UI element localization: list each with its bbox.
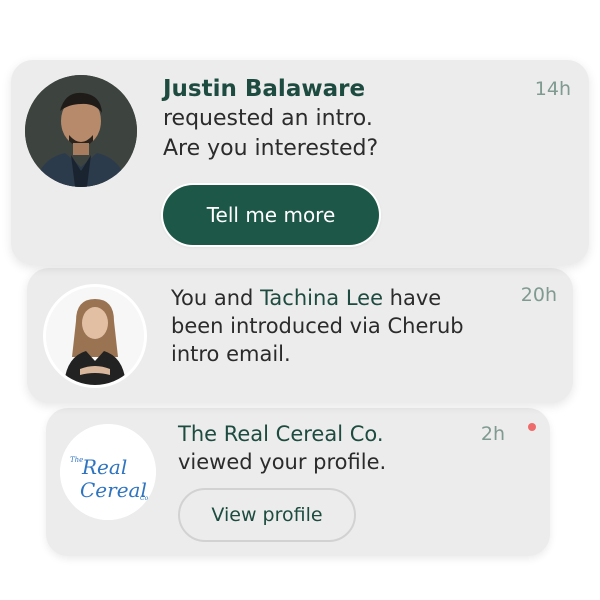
view-profile-button[interactable]: View profile <box>178 488 356 542</box>
company-logo: The Real Cereal Co. <box>60 424 156 520</box>
notification-stack: Justin Balaware requested an intro. Are … <box>0 0 600 600</box>
avatar-justin-balaware <box>25 75 137 187</box>
message-line-2: Are you interested? <box>163 136 379 161</box>
message-prefix: You and <box>171 286 261 310</box>
sender-name: Justin Balaware <box>163 76 366 102</box>
unread-indicator-dot <box>528 423 536 431</box>
logo-word-1: Real <box>81 455 127 479</box>
notification-card-profile-view[interactable]: The Real Cereal Co. The Real Cereal Co. … <box>46 408 550 556</box>
logo-suffix: Co. <box>140 495 150 502</box>
intro-message-line-2: been introduced via Cherub <box>171 314 464 338</box>
message-suffix: have <box>383 286 442 310</box>
timestamp: 14h <box>534 78 571 100</box>
avatar-tachina-lee <box>43 284 147 388</box>
intro-message-line-1: You and Tachina Lee have <box>171 284 441 312</box>
notification-card-intro-request[interactable]: Justin Balaware requested an intro. Are … <box>11 60 589 265</box>
person-photo-icon <box>46 287 144 385</box>
profile-view-message: viewed your profile. <box>178 450 387 474</box>
timestamp: 20h <box>520 284 557 306</box>
intro-message-line-3: intro email. <box>171 342 291 366</box>
message-line-1: requested an intro. <box>163 106 373 131</box>
person-photo-icon <box>25 75 137 187</box>
tell-me-more-button[interactable]: Tell me more <box>163 185 379 245</box>
notification-card-introduced[interactable]: You and Tachina Lee have been introduced… <box>27 268 573 403</box>
timestamp: 2h <box>480 423 505 445</box>
real-cereal-logo-icon: The Real Cereal Co. <box>60 424 156 520</box>
logo-word-2: Cereal <box>80 478 147 502</box>
contact-name: Tachina Lee <box>260 286 383 310</box>
company-name: The Real Cereal Co. <box>178 422 384 446</box>
